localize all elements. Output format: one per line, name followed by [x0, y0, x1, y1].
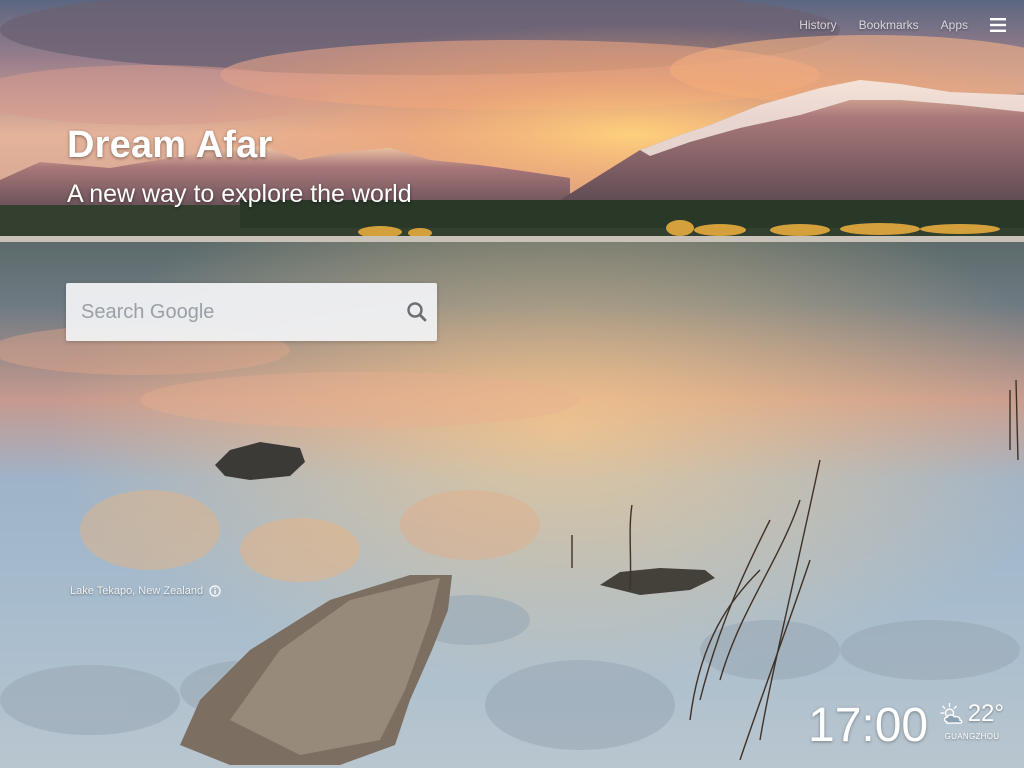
search-box — [66, 283, 437, 341]
weather-widget[interactable]: 22° GUANGZHOU — [940, 700, 1004, 741]
hamburger-menu-icon[interactable] — [990, 18, 1006, 32]
info-icon[interactable] — [209, 585, 221, 597]
top-navigation: History Bookmarks Apps — [799, 18, 1006, 32]
search-input[interactable] — [66, 283, 401, 341]
brand-block: Dream Afar A new way to explore the worl… — [67, 124, 412, 210]
brand-title: Dream Afar — [67, 124, 273, 166]
bookmarks-link[interactable]: Bookmarks — [859, 18, 919, 32]
clock-time: 17:00 — [808, 699, 929, 752]
location-label[interactable]: Lake Tekapo, New Zealand — [70, 585, 203, 597]
history-link[interactable]: History — [799, 18, 836, 32]
brand-tagline: A new way to explore the world — [67, 180, 412, 208]
background-photo — [0, 0, 1024, 768]
apps-link[interactable]: Apps — [941, 18, 968, 32]
temperature: 22° — [967, 700, 1004, 727]
partly-cloudy-icon — [940, 702, 963, 724]
weather-city: GUANGZHOU — [944, 732, 1000, 741]
photo-location: Lake Tekapo, New Zealand — [70, 585, 221, 597]
search-icon[interactable] — [405, 300, 429, 324]
